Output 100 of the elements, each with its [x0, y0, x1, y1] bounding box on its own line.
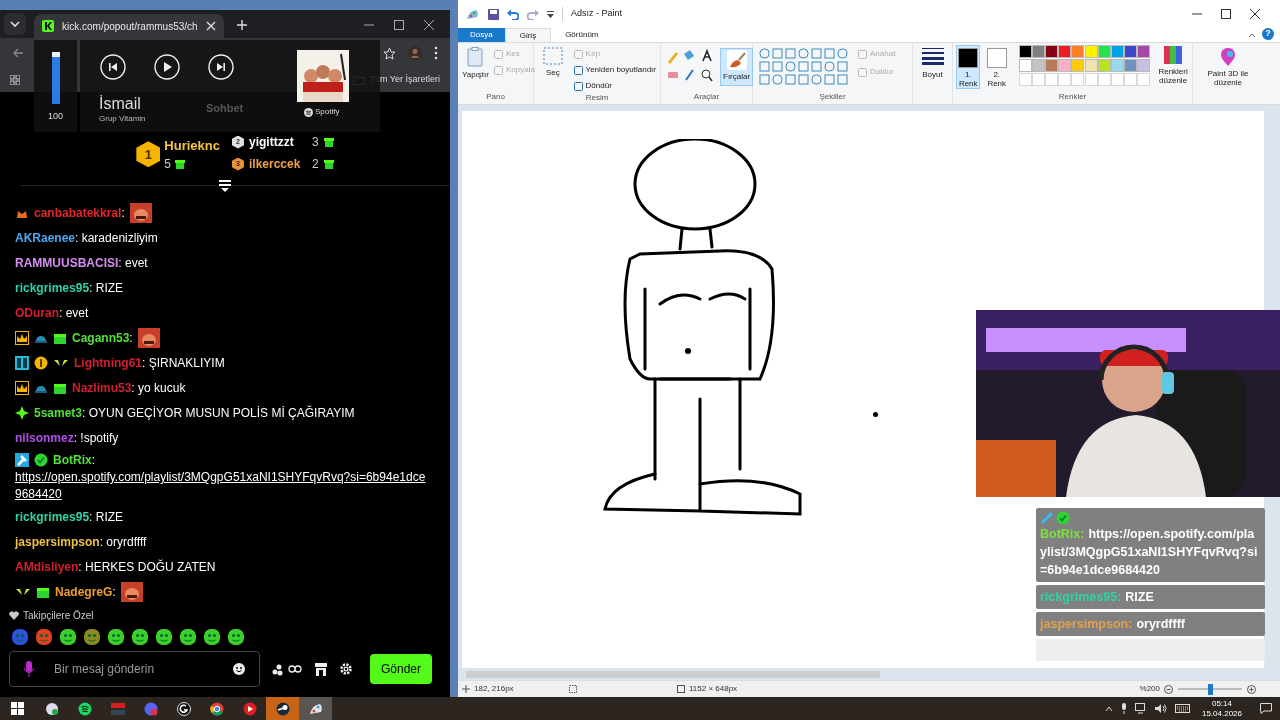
menu-icon[interactable] [434, 46, 438, 60]
volume-icon[interactable] [1154, 703, 1167, 714]
palette-color[interactable] [1032, 59, 1046, 72]
emote-icon[interactable] [131, 628, 149, 646]
help-button[interactable]: ? [1262, 28, 1274, 40]
chat-link[interactable]: https://open.spotify.com/playlist/3MQgpG51xaNI1SHYFqvRvq?si=6b94e1dce9684420 [15, 469, 430, 503]
palette-color[interactable] [1071, 59, 1085, 72]
undo-icon[interactable] [507, 8, 519, 20]
scrollbar-thumb[interactable] [466, 671, 880, 678]
paint-3d-button[interactable]: Paint 3D ile düzenle [1198, 47, 1258, 87]
app-icon[interactable] [275, 701, 290, 716]
size-button[interactable]: Boyut [921, 47, 944, 81]
collapse-icon[interactable] [1248, 31, 1256, 39]
brushes-button[interactable]: Fırçalar [720, 48, 754, 86]
emote-icon[interactable] [155, 628, 173, 646]
notification-icon[interactable] [1260, 703, 1272, 714]
image-size: 1152 × 648px [689, 683, 738, 695]
window-title: Adsız - Paint [562, 7, 623, 21]
music-app-icon[interactable] [77, 701, 92, 716]
tab-search-icon[interactable] [4, 13, 26, 35]
save-icon[interactable] [488, 8, 499, 20]
close-icon[interactable] [1250, 9, 1260, 19]
file-menu-tab[interactable]: Dosya [458, 28, 505, 42]
app-icon[interactable] [176, 701, 191, 716]
store-icon[interactable] [314, 662, 328, 676]
zoom-in-icon[interactable] [1247, 684, 1256, 694]
video-app-icon[interactable] [242, 701, 257, 716]
paste-button[interactable]: Yapıştır [462, 47, 489, 81]
username[interactable]: Lightning61 [74, 353, 142, 372]
volume-slider[interactable] [51, 52, 60, 104]
clock-time[interactable]: 05:14 [1211, 698, 1232, 709]
color-slot[interactable]: 2. Renk [984, 45, 1009, 89]
chevron-up-icon[interactable] [1104, 705, 1113, 712]
palette-color[interactable] [1084, 45, 1098, 58]
tools-drawing[interactable] [666, 48, 714, 82]
play-icon[interactable] [154, 54, 180, 80]
palette-color[interactable] [1045, 59, 1059, 72]
send-button[interactable]: Gönder [370, 654, 433, 684]
scroll-down-icon[interactable] [218, 180, 232, 192]
browser-tab[interactable]: kick.com/popout/rammus53/ch [34, 14, 224, 38]
chat-message: : [112, 583, 116, 601]
palette-color[interactable] [1018, 59, 1032, 72]
palette-color[interactable] [1032, 45, 1046, 58]
paint-app-icon[interactable] [308, 701, 323, 716]
chat-message: : evet [59, 304, 89, 322]
maximize-icon[interactable] [1221, 9, 1231, 19]
network-icon[interactable] [1134, 703, 1147, 714]
microphone-icon[interactable] [1120, 703, 1127, 714]
browser-icon[interactable] [209, 701, 224, 716]
zoom-slider-thumb[interactable] [1208, 683, 1213, 695]
app-icon[interactable] [44, 701, 59, 716]
clock-date[interactable]: 15.04.2026 [1201, 708, 1242, 719]
apps-icon[interactable] [10, 75, 20, 85]
windows-icon[interactable] [10, 701, 25, 716]
emote-icon[interactable] [83, 628, 101, 646]
emote-icon[interactable] [107, 628, 125, 646]
volume-reading: 100 [48, 110, 63, 123]
username[interactable]: BotRix [53, 451, 92, 469]
emoji-icon[interactable] [233, 663, 245, 675]
emote-icon[interactable] [59, 628, 77, 646]
message-field[interactable]: Bir mesaj gönderin [9, 651, 260, 687]
close-icon[interactable] [424, 20, 434, 30]
chat-message: : OYUN GEÇİYOR MUSUN POLİS Mİ ÇAĞIRAYIM [82, 404, 355, 422]
palette-color[interactable] [1137, 59, 1151, 72]
palette-color[interactable] [1137, 45, 1151, 58]
selection-size-icon [569, 685, 577, 693]
toolbar-button[interactable]: Yeniden boyutlandır [573, 64, 656, 76]
ribbon-tab[interactable]: Giriş [504, 28, 552, 42]
select-button[interactable]: Seç [538, 47, 568, 79]
dropdown-icon[interactable] [547, 10, 554, 18]
cursor-position: 182, 216px [474, 683, 515, 695]
settings-icon[interactable] [340, 663, 352, 675]
username[interactable]: nilsonmez [15, 428, 74, 447]
keyboard-icon[interactable] [1174, 704, 1190, 713]
star-icon[interactable] [383, 46, 396, 60]
palette-color[interactable] [1058, 59, 1072, 72]
emote-icon[interactable] [35, 628, 53, 646]
palette-color[interactable] [1045, 45, 1059, 58]
color-slot[interactable]: 1. Renk [956, 45, 981, 89]
next-icon[interactable] [208, 54, 234, 80]
ribbon-tab[interactable]: Görünüm [551, 28, 613, 42]
zoom-out-icon[interactable] [1164, 684, 1173, 694]
new-tab-icon[interactable] [235, 19, 248, 31]
palette-color[interactable] [1071, 45, 1085, 58]
emote-icon[interactable] [203, 628, 221, 646]
emote-icon[interactable] [227, 628, 245, 646]
emote-icon[interactable] [179, 628, 197, 646]
avatar-icon[interactable] [408, 46, 422, 60]
username[interactable]: jaspersimpson [15, 532, 100, 551]
message-input[interactable]: Bir mesaj gönderin [54, 660, 225, 678]
palette-color[interactable] [1018, 45, 1032, 58]
points-icon[interactable] [272, 662, 302, 676]
username[interactable]: ODuran [15, 303, 59, 322]
previous-icon[interactable] [100, 54, 126, 80]
palette-color[interactable] [1058, 45, 1072, 58]
palette-color[interactable] [1084, 59, 1098, 72]
edit-colors-button[interactable]: Renkleri düzenle [1157, 45, 1189, 85]
back-icon[interactable] [12, 47, 24, 59]
maximize-icon[interactable] [394, 20, 404, 30]
toolbar-button[interactable]: Döndür [573, 80, 656, 92]
